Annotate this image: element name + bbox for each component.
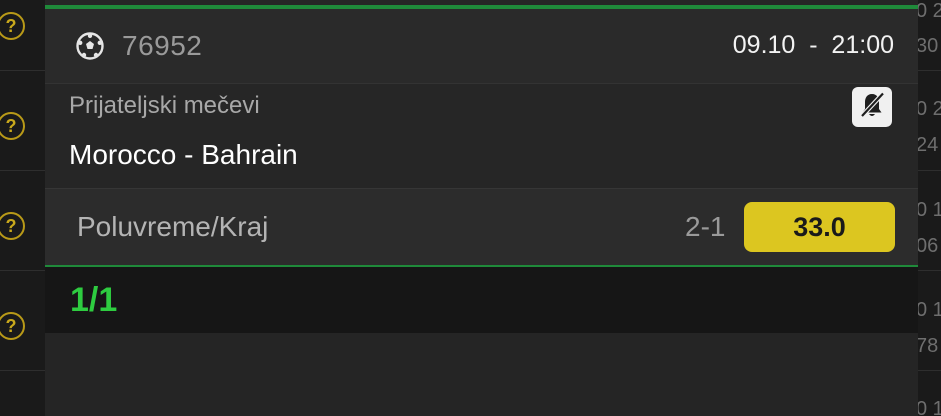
bell-off-icon [857,90,887,125]
row-divider [918,70,941,71]
match-datetime: 09.10 - 21:00 [732,31,894,59]
background-value: 06 [918,235,939,257]
background-list-left: ? ? ? ? [0,0,45,416]
bet-detail-card: 76952 09.10 - 21:00 Prijateljski mečevi … [45,0,918,416]
background-list-right: 0 2 30 0 2 24 0 1 06 0 1 78 0 1 [918,0,941,416]
row-divider [0,370,45,371]
result-value: 1/1 [70,281,118,319]
row-divider [0,270,45,271]
notification-toggle-button[interactable] [852,87,892,127]
match-info: Prijateljski mečevi Morocco - Bahrain [45,84,918,189]
help-icon[interactable]: ? [0,112,25,140]
background-value: 0 2 [918,98,941,120]
background-value: 0 2 [918,0,941,22]
match-header: 76952 09.10 - 21:00 [45,9,918,84]
row-divider [918,270,941,271]
league-name: Prijateljski mečevi [69,92,260,119]
background-value: 0 1 [918,299,941,321]
background-value: 0 1 [918,398,941,416]
help-icon[interactable]: ? [0,212,25,240]
row-divider [918,170,941,171]
row-divider [0,170,45,171]
soccer-ball-icon [75,31,105,61]
odds-button[interactable]: 33.0 [744,202,895,252]
background-value: 0 1 [918,199,941,221]
result-row: 1/1 [45,267,918,333]
card-footer-area [45,333,918,416]
background-value: 78 [918,335,939,357]
background-value: 30 [918,35,939,57]
bet-selection-row: Poluvreme/Kraj 2-1 33.0 [45,189,918,265]
help-icon[interactable]: ? [0,12,25,40]
match-teams: Morocco - Bahrain [69,139,298,170]
background-value: 24 [918,134,939,156]
row-divider [0,70,45,71]
selected-outcome: 2-1 [685,211,726,242]
match-code: 76952 [122,30,203,61]
row-divider [918,370,941,371]
help-icon[interactable]: ? [0,312,25,340]
market-name: Poluvreme/Kraj [77,211,269,242]
